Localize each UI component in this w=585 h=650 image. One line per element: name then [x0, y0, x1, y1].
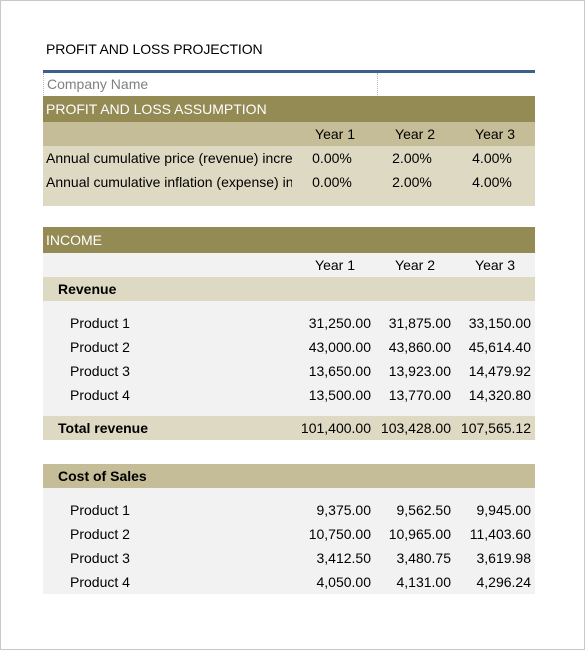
revenue-value[interactable]: 14,479.92 [455, 363, 535, 379]
assumption-header-label: PROFIT AND LOSS ASSUMPTION [46, 101, 267, 117]
cost-value[interactable]: 4,050.00 [295, 574, 375, 590]
income-year-row: Year 1 Year 2 Year 3 [43, 253, 535, 277]
cost-of-sales-label: Cost of Sales [58, 468, 147, 484]
cost-row: Product 3 3,412.50 3,480.75 3,619.98 [43, 546, 535, 570]
revenue-label: Revenue [58, 281, 117, 297]
income-header-label: INCOME [46, 232, 102, 248]
assumption-value[interactable]: 2.00% [372, 174, 452, 190]
cost-value[interactable]: 4,296.24 [455, 574, 535, 590]
total-revenue-row: Total revenue 101,400.00 103,428.00 107,… [43, 416, 535, 440]
cost-value[interactable]: 4,131.00 [375, 574, 455, 590]
revenue-header: Revenue [43, 277, 535, 301]
total-revenue-value: 103,428.00 [380, 420, 451, 436]
product-label[interactable]: Product 3 [43, 550, 295, 566]
cost-value[interactable]: 11,403.60 [455, 526, 535, 542]
assumption-value[interactable]: 2.00% [372, 150, 452, 166]
cost-value[interactable]: 10,750.00 [295, 526, 375, 542]
revenue-value[interactable]: 13,650.00 [295, 363, 375, 379]
year-header: Year 3 [475, 126, 515, 142]
assumption-label[interactable]: Annual cumulative price (revenue) increa… [43, 150, 292, 166]
revenue-value[interactable]: 13,770.00 [375, 387, 455, 403]
revenue-value[interactable]: 43,860.00 [375, 339, 455, 355]
revenue-row: Product 1 31,250.00 31,875.00 33,150.00 [43, 311, 535, 335]
assumption-header: PROFIT AND LOSS ASSUMPTION [43, 96, 535, 122]
cost-value[interactable]: 3,480.75 [375, 550, 455, 566]
year-header: Year 2 [395, 126, 435, 142]
assumption-value[interactable]: 0.00% [292, 174, 372, 190]
income-header: INCOME [43, 227, 535, 253]
revenue-value[interactable]: 31,250.00 [295, 315, 375, 331]
total-revenue-label: Total revenue [58, 420, 148, 436]
revenue-value[interactable]: 43,000.00 [295, 339, 375, 355]
assumption-value[interactable]: 4.00% [452, 174, 532, 190]
product-label[interactable]: Product 2 [43, 526, 295, 542]
product-label[interactable]: Product 2 [43, 339, 295, 355]
cost-value[interactable]: 3,412.50 [295, 550, 375, 566]
assumption-value[interactable]: 0.00% [292, 150, 372, 166]
revenue-value[interactable]: 33,150.00 [455, 315, 535, 331]
cost-row: Product 4 4,050.00 4,131.00 4,296.24 [43, 570, 535, 594]
revenue-value[interactable]: 14,320.80 [455, 387, 535, 403]
assumption-row: Annual cumulative price (revenue) increa… [43, 146, 535, 170]
cost-value[interactable]: 9,375.00 [295, 502, 375, 518]
revenue-value[interactable]: 13,500.00 [295, 387, 375, 403]
product-label[interactable]: Product 1 [43, 502, 295, 518]
cost-row: Product 1 9,375.00 9,562.50 9,945.00 [43, 498, 535, 522]
company-name-field[interactable]: Company Name [43, 73, 378, 95]
product-label[interactable]: Product 1 [43, 315, 295, 331]
cost-value[interactable]: 10,965.00 [375, 526, 455, 542]
revenue-row: Product 2 43,000.00 43,860.00 45,614.40 [43, 335, 535, 359]
total-revenue-value: 107,565.12 [460, 420, 531, 436]
product-label[interactable]: Product 4 [43, 387, 295, 403]
assumption-value[interactable]: 4.00% [452, 150, 532, 166]
revenue-row: Product 4 13,500.00 13,770.00 14,320.80 [43, 383, 535, 407]
page-title: PROFIT AND LOSS PROJECTION [46, 41, 263, 57]
revenue-value[interactable]: 45,614.40 [455, 339, 535, 355]
product-label[interactable]: Product 3 [43, 363, 295, 379]
assumption-year-row: Year 1 Year 2 Year 3 [43, 122, 535, 146]
cost-of-sales-header: Cost of Sales [43, 464, 535, 488]
assumption-label[interactable]: Annual cumulative inflation (expense) in… [43, 174, 292, 190]
year-header: Year 1 [315, 126, 355, 142]
assumption-section: PROFIT AND LOSS ASSUMPTION Year 1 Year 2… [43, 96, 535, 206]
year-header: Year 3 [475, 257, 515, 273]
cost-value[interactable]: 3,619.98 [455, 550, 535, 566]
year-header: Year 2 [395, 257, 435, 273]
revenue-value[interactable]: 13,923.00 [375, 363, 455, 379]
cost-value[interactable]: 9,945.00 [455, 502, 535, 518]
income-section: INCOME Year 1 Year 2 Year 3 Revenue Prod… [43, 227, 535, 594]
cost-row: Product 2 10,750.00 10,965.00 11,403.60 [43, 522, 535, 546]
assumption-row: Annual cumulative inflation (expense) in… [43, 170, 535, 194]
year-header: Year 1 [315, 257, 355, 273]
revenue-value[interactable]: 31,875.00 [375, 315, 455, 331]
total-revenue-value: 101,400.00 [300, 420, 371, 436]
revenue-row: Product 3 13,650.00 13,923.00 14,479.92 [43, 359, 535, 383]
cost-value[interactable]: 9,562.50 [375, 502, 455, 518]
product-label[interactable]: Product 4 [43, 574, 295, 590]
